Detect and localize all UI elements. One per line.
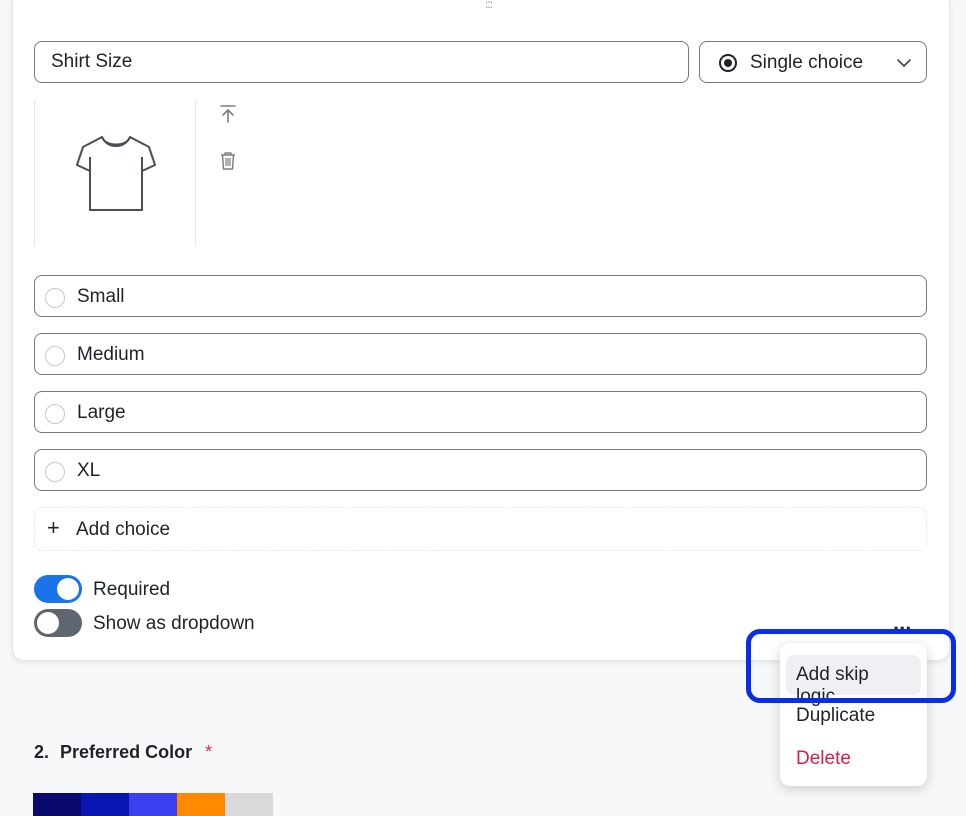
drag-handle[interactable]: :::	[485, 0, 493, 11]
color-swatch[interactable]	[129, 793, 177, 816]
choice-label[interactable]: Medium	[77, 344, 145, 366]
required-toggle[interactable]	[34, 575, 82, 603]
plus-icon: +	[47, 515, 60, 540]
question-title: Preferred Color	[60, 742, 193, 762]
radio-icon[interactable]	[45, 346, 65, 366]
question-type-select[interactable]: Single choice	[699, 41, 927, 83]
trash-icon[interactable]	[219, 151, 237, 171]
add-choice-button[interactable]: + Add choice	[34, 507, 927, 551]
menu-item-delete[interactable]: Delete	[796, 748, 851, 770]
question-image	[34, 100, 196, 246]
color-swatch[interactable]	[225, 793, 273, 816]
chevron-down-icon	[897, 59, 911, 67]
choice-option[interactable]: Medium	[34, 333, 927, 375]
choice-label[interactable]: Large	[77, 402, 126, 424]
color-swatch[interactable]	[177, 793, 225, 816]
question-number: 2.	[34, 742, 50, 762]
toggle-knob	[57, 578, 79, 600]
toggle-knob	[37, 612, 59, 634]
radio-icon[interactable]	[45, 288, 65, 308]
choice-label[interactable]: XL	[77, 460, 100, 482]
required-asterisk: *	[205, 742, 213, 762]
dropdown-toggle[interactable]	[34, 609, 82, 637]
color-swatch[interactable]	[81, 793, 129, 816]
add-choice-label: Add choice	[76, 519, 171, 540]
required-label: Required	[93, 579, 171, 600]
choice-option[interactable]: Large	[34, 391, 927, 433]
radio-icon	[719, 54, 737, 72]
menu-item-duplicate[interactable]: Duplicate	[796, 705, 875, 727]
question-type-label: Single choice	[750, 52, 864, 73]
color-swatch[interactable]	[33, 793, 81, 816]
choice-option[interactable]: XL	[34, 449, 927, 491]
question-2-title: 2. Preferred Color *	[34, 742, 212, 763]
choice-label[interactable]: Small	[77, 286, 125, 308]
choice-option[interactable]: Small	[34, 275, 927, 317]
question-title-input[interactable]: Shirt Size	[34, 41, 689, 83]
upload-icon[interactable]	[219, 104, 237, 124]
radio-icon[interactable]	[45, 462, 65, 482]
tshirt-icon	[76, 136, 156, 211]
context-menu: Add skip logic Duplicate Delete	[780, 643, 927, 786]
menu-item-add-skip-logic[interactable]: Add skip logic	[786, 655, 921, 707]
radio-icon[interactable]	[45, 404, 65, 424]
more-options-icon[interactable]: ...	[893, 610, 911, 636]
dropdown-label: Show as dropdown	[93, 613, 255, 634]
